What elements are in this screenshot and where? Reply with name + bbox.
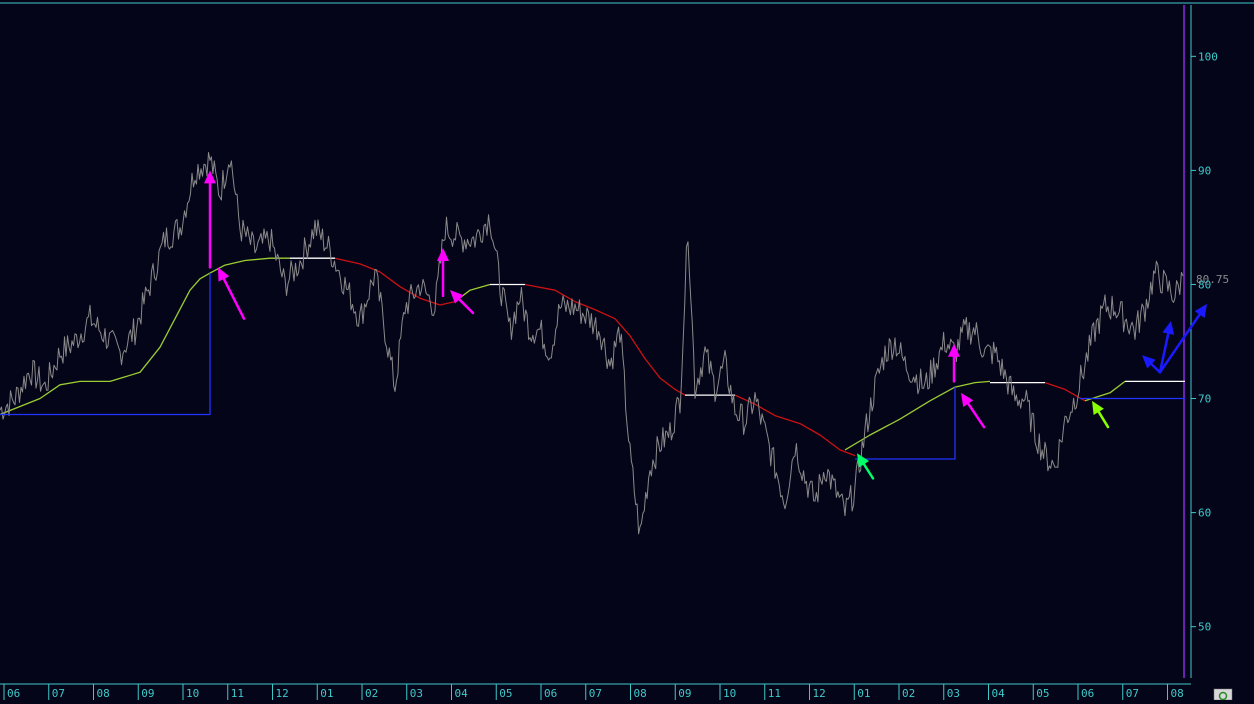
x-tick-label: 05 bbox=[499, 687, 512, 700]
chart-background bbox=[0, 0, 1254, 700]
x-tick-label: 12 bbox=[276, 687, 289, 700]
y-tick-label: 70 bbox=[1198, 393, 1211, 406]
x-tick-label: 11 bbox=[768, 687, 781, 700]
x-tick-label: 01 bbox=[857, 687, 870, 700]
x-tick-label: 10 bbox=[723, 687, 736, 700]
x-tick-label: 11 bbox=[231, 687, 244, 700]
y-tick-label: 60 bbox=[1198, 507, 1211, 520]
x-tick-label: 06 bbox=[1081, 687, 1094, 700]
x-tick-label: 09 bbox=[678, 687, 691, 700]
x-tick-label: 02 bbox=[902, 687, 915, 700]
chart-frame: 50 60 70 80 90 100 06 07 08 09 10 11 12 01 02 03 04 05 06… bbox=[0, 0, 1254, 701]
x-tick-label: 10 bbox=[186, 687, 199, 700]
x-tick-label: 08 bbox=[97, 687, 110, 700]
x-tick-label: 03 bbox=[410, 687, 423, 700]
price-chart: 5060708090100 06 07 08 09 10 11 12 01 02 03 04 05 06… bbox=[0, 0, 1254, 701]
x-tick-label: 04 bbox=[455, 687, 469, 700]
x-tick-label: 09 bbox=[141, 687, 154, 700]
x-tick-label: 06 bbox=[7, 687, 20, 700]
x-tick-label: 12 bbox=[813, 687, 826, 700]
x-tick-label: 05 bbox=[1036, 687, 1049, 700]
y-tick-label: 90 bbox=[1198, 164, 1211, 177]
x-tick-label: 08 bbox=[634, 687, 647, 700]
x-tick-label: 07 bbox=[1126, 687, 1139, 700]
x-tick-label: 04 bbox=[992, 687, 1006, 700]
x-tick-label: 03 bbox=[947, 687, 960, 700]
last-value-label: 80.75 bbox=[1196, 273, 1229, 286]
y-tick-label: 50 bbox=[1198, 621, 1211, 634]
x-tick-label: 08 bbox=[1171, 687, 1184, 700]
x-tick-label: 07 bbox=[52, 687, 65, 700]
x-tick-label: 01 bbox=[320, 687, 333, 700]
x-tick-label: 07 bbox=[589, 687, 602, 700]
x-tick-label: 02 bbox=[365, 687, 378, 700]
x-tick-label: 06 bbox=[544, 687, 557, 700]
scroll-button[interactable] bbox=[1213, 688, 1233, 701]
y-tick-label: 100 bbox=[1198, 50, 1218, 63]
